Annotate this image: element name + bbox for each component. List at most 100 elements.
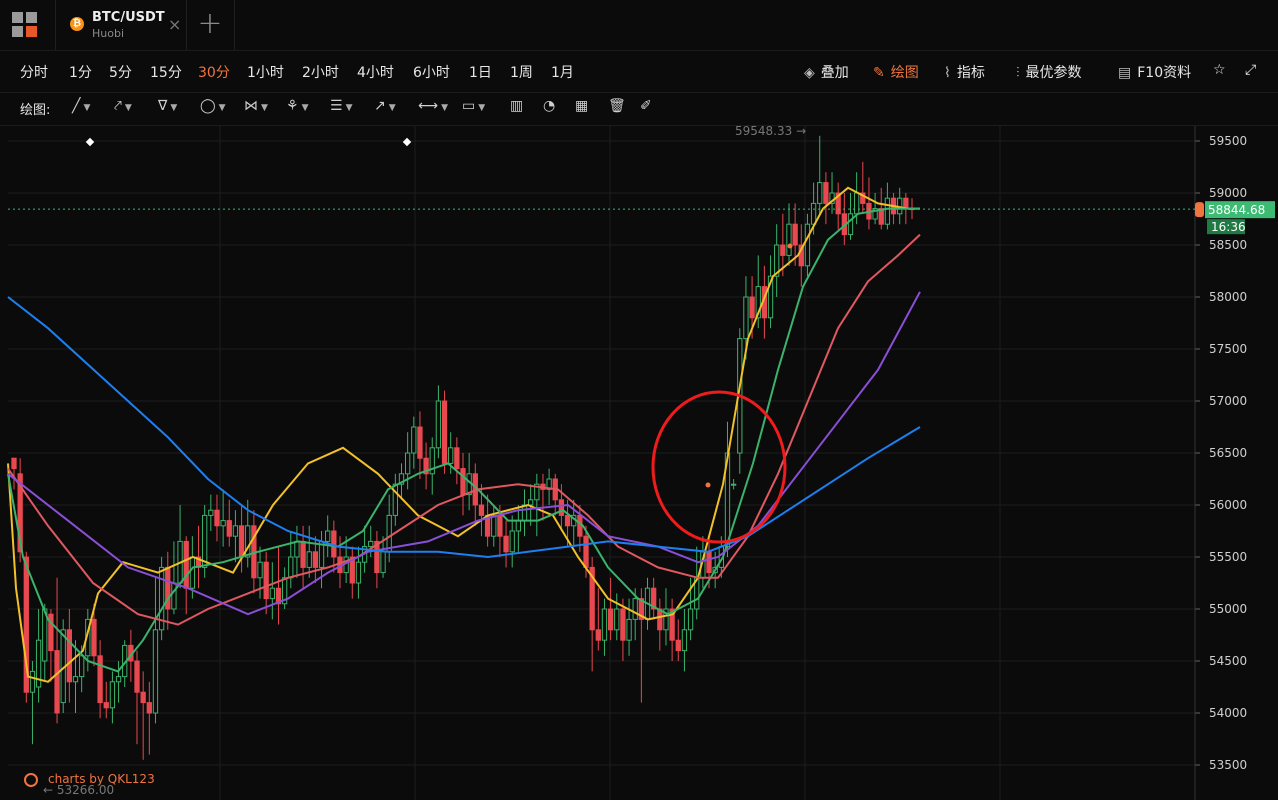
- y-tick-label: 55500: [1209, 550, 1247, 564]
- timeframe-4[interactable]: 30分: [198, 62, 230, 82]
- signal-dot: [705, 482, 711, 488]
- candle-body: [220, 520, 226, 527]
- text-tool[interactable]: ▭ ▼: [462, 98, 485, 114]
- fork-tool[interactable]: ⚘ ▼: [286, 98, 308, 114]
- candle-body: [632, 598, 638, 620]
- candle-body: [749, 296, 755, 319]
- candle-body: [214, 509, 220, 527]
- marker-diamond: [402, 137, 412, 147]
- candle-body: [368, 540, 374, 548]
- timeframe-6[interactable]: 2小时: [302, 62, 339, 82]
- qkl-logo-icon: [24, 773, 38, 787]
- candle-body: [515, 520, 522, 532]
- candle-body: [245, 525, 251, 558]
- signal-dot: [787, 243, 793, 249]
- channel-tool[interactable]: ∇ ▼: [158, 98, 177, 114]
- timeframe-11[interactable]: 1月: [551, 62, 574, 82]
- candle-body: [189, 556, 196, 589]
- timeframe-5[interactable]: 1小时: [247, 62, 284, 82]
- candle-body: [448, 447, 454, 464]
- add-tab-button[interactable]: +: [186, 0, 235, 50]
- candle-body: [681, 629, 688, 652]
- candle-body: [109, 681, 116, 709]
- fullscreen-icon[interactable]: ⤢: [1245, 62, 1256, 78]
- trash-icon[interactable]: 🗑: [608, 98, 626, 114]
- timeframe-bar: ◈ 叠加 ✎ 绘图 ⌇ 指标 ⫶ 最优参数 ▤ F10资料 ☆ ⤢ 分时 1分 5分 15分 30…: [0, 52, 1278, 90]
- candle-body: [491, 514, 497, 537]
- histogram-icon[interactable]: ▦: [575, 98, 588, 114]
- eraser-icon[interactable]: ✐: [640, 98, 652, 114]
- document-icon: ▤: [1118, 65, 1132, 81]
- candle-body: [614, 608, 620, 631]
- app-grid-icon[interactable]: [12, 12, 40, 40]
- timeframe-3[interactable]: 15分: [150, 62, 182, 82]
- candle-body: [780, 244, 786, 256]
- symbol-pair: BTC/USDT: [92, 10, 165, 25]
- candle-body: [152, 629, 159, 714]
- fib-tool[interactable]: ☰ ▼: [330, 98, 352, 114]
- y-tick-label: 56000: [1209, 498, 1247, 512]
- close-icon[interactable]: ×: [168, 15, 181, 34]
- pen-icon: ✎: [873, 65, 885, 81]
- timeframe-7[interactable]: 4小时: [357, 62, 394, 82]
- arrow-tool[interactable]: ↗ ▼: [374, 98, 396, 114]
- indicators-button[interactable]: ⌇ 指标: [944, 62, 985, 82]
- candle-body: [115, 676, 122, 683]
- bars-icon[interactable]: ▥: [510, 98, 523, 114]
- candle-body: [804, 223, 811, 267]
- overlay-button[interactable]: ◈ 叠加: [804, 62, 849, 82]
- measure-tool[interactable]: ⟷ ▼: [418, 98, 448, 114]
- optimal-params-button[interactable]: ⫶ 最优参数: [1016, 62, 1082, 82]
- pie-icon[interactable]: ◔: [543, 98, 555, 114]
- timeframe-2[interactable]: 5分: [109, 62, 132, 82]
- marker-diamond: [85, 137, 95, 147]
- candle-body: [171, 582, 177, 610]
- candle-body: [312, 551, 319, 568]
- candle-body: [564, 514, 571, 527]
- y-tick-label: 56500: [1209, 446, 1247, 460]
- timeframe-1[interactable]: 1分: [69, 62, 92, 82]
- layers-icon: ◈: [804, 65, 815, 81]
- candle-body: [11, 457, 17, 470]
- candle-body: [202, 514, 208, 568]
- y-tick-label: 59500: [1209, 134, 1247, 148]
- candle-body: [66, 629, 73, 683]
- symbol-tab[interactable]: ₿ BTC/USDT Huobi ×: [55, 0, 187, 50]
- y-tick-label: 58000: [1209, 290, 1247, 304]
- candle-body: [675, 639, 681, 652]
- draw-button[interactable]: ✎ 绘图: [873, 62, 919, 82]
- y-tick-label: 54000: [1209, 706, 1247, 720]
- candle-body: [208, 509, 214, 516]
- timeframe-9[interactable]: 1日: [469, 62, 492, 82]
- candle-body: [226, 520, 232, 537]
- candle-body: [183, 540, 189, 589]
- candle-body: [103, 702, 109, 709]
- ray-tool[interactable]: ⤤ ▼: [114, 98, 132, 114]
- pattern-tool[interactable]: ⋈ ▼: [244, 98, 268, 114]
- candle-body: [306, 551, 312, 568]
- high-label: 59548.33 →: [735, 126, 806, 138]
- y-tick-label: 58500: [1209, 238, 1247, 252]
- star-icon[interactable]: ☆: [1213, 62, 1226, 78]
- candle-body: [146, 702, 152, 714]
- f10-button[interactable]: ▤ F10资料: [1118, 62, 1191, 82]
- timeframe-10[interactable]: 1周: [510, 62, 533, 82]
- candle-body: [97, 655, 103, 704]
- y-tick-label: 53500: [1209, 758, 1247, 772]
- y-tick-label: 55000: [1209, 602, 1247, 616]
- candle-body: [91, 618, 97, 657]
- sliders-icon: ⫶: [1016, 65, 1020, 81]
- candle-body: [521, 504, 528, 522]
- candle-body: [577, 514, 583, 537]
- candle-body: [853, 192, 860, 215]
- timeframe-0[interactable]: 分时: [20, 62, 48, 82]
- price-chart[interactable]: 59500 59000 58500 58000 57500 57000 56500 56000…: [0, 126, 1278, 800]
- trendline-tool[interactable]: ╱ ▼: [72, 98, 90, 114]
- candle-body: [441, 400, 448, 464]
- timeframe-8[interactable]: 6小时: [413, 62, 450, 82]
- shape-tool[interactable]: ◯ ▼: [200, 98, 226, 114]
- candle-body: [238, 525, 245, 558]
- candle-body: [607, 608, 614, 631]
- candle-body: [509, 530, 515, 553]
- candle-body: [325, 530, 331, 542]
